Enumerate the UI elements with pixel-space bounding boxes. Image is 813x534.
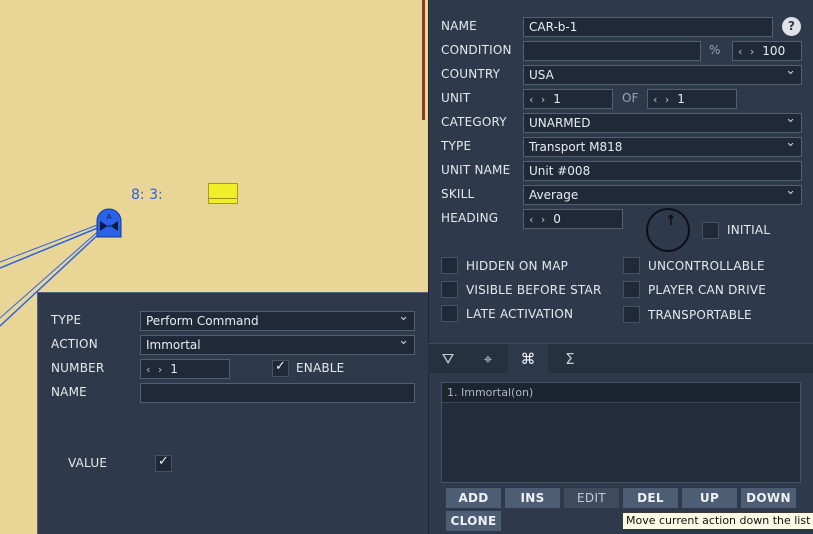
player-can-drive-label: PLAYER CAN DRIVE: [648, 283, 767, 297]
initial-label: INITIAL: [727, 223, 771, 237]
unit-name-field-label: UNIT NAME: [441, 163, 511, 177]
enable-checkbox[interactable]: [272, 359, 289, 377]
cmd-name-label: NAME: [51, 385, 87, 399]
heading-label: HEADING: [441, 211, 499, 225]
down-button[interactable]: DOWN: [741, 488, 796, 508]
action-list-item[interactable]: 1. Immortal(on): [442, 383, 800, 403]
compass-needle-icon: ↑: [665, 213, 677, 229]
unit-badge: A: [107, 213, 112, 221]
vehicle-unit-icon[interactable]: A: [94, 207, 124, 239]
country-select[interactable]: USA: [523, 65, 802, 85]
delete-button[interactable]: DEL: [623, 488, 678, 508]
player-can-drive-checkbox[interactable]: [623, 281, 640, 298]
stepper-arrows-icon[interactable]: ‹ ›: [529, 213, 547, 226]
hidden-on-map-label: HIDDEN ON MAP: [466, 259, 569, 273]
cmd-name-input[interactable]: [140, 383, 415, 403]
skill-label: SKILL: [441, 187, 475, 201]
of-stepper[interactable]: ‹ › 1: [647, 89, 737, 109]
enable-label: ENABLE: [296, 361, 345, 375]
unit-name-label: NAME: [441, 19, 477, 33]
cmd-action-select[interactable]: Immortal: [140, 335, 415, 355]
category-select[interactable]: UNARMED: [523, 113, 802, 133]
edit-button[interactable]: EDIT: [564, 488, 619, 508]
uncontrollable-label: UNCONTROLLABLE: [648, 259, 765, 273]
cmd-number-stepper[interactable]: ‹ › 1: [140, 359, 230, 379]
cmd-type-select[interactable]: Perform Command: [140, 311, 415, 331]
of-value: 1: [677, 92, 685, 106]
condition-label: CONDITION: [441, 43, 512, 57]
country-label: COUNTRY: [441, 67, 501, 81]
skill-select[interactable]: Average: [523, 185, 802, 205]
summary-tab-icon[interactable]: Σ: [550, 344, 590, 374]
add-button[interactable]: ADD: [446, 488, 501, 508]
yellow-map-marker[interactable]: [208, 183, 238, 204]
stepper-arrows-icon[interactable]: ‹ ›: [738, 45, 756, 58]
commands-tab-icon[interactable]: ⌘: [508, 344, 548, 374]
cmd-action-label: ACTION: [51, 337, 98, 351]
late-activation-checkbox[interactable]: [441, 305, 458, 322]
condition-slider[interactable]: [523, 41, 701, 61]
unit-map-label: 8: 3:: [131, 187, 163, 203]
help-icon[interactable]: ?: [782, 17, 801, 36]
of-label: OF: [622, 91, 639, 105]
targeting-tab-icon[interactable]: ⌖: [468, 344, 508, 374]
unit-name-input[interactable]: CAR-b-1: [523, 17, 773, 37]
action-list[interactable]: 1. Immortal(on): [441, 382, 801, 483]
cmd-number-value: 1: [170, 362, 178, 376]
condition-pct-value: 100: [762, 44, 786, 58]
transportable-checkbox[interactable]: [623, 306, 640, 323]
stepper-arrows-icon[interactable]: ‹ ›: [653, 93, 671, 106]
heading-stepper[interactable]: ‹ › 0: [523, 209, 623, 229]
visible-before-start-checkbox[interactable]: [441, 281, 458, 298]
percent-sign: %: [709, 43, 721, 57]
stepper-arrows-icon[interactable]: ‹ ›: [146, 363, 164, 376]
clone-button[interactable]: CLONE: [446, 511, 501, 531]
transportable-label: TRANSPORTABLE: [648, 308, 752, 322]
unit-value: 1: [553, 92, 561, 106]
unit-stepper[interactable]: ‹ › 1: [523, 89, 613, 109]
value-checkbox[interactable]: [155, 454, 172, 472]
insert-button[interactable]: INS: [505, 488, 560, 508]
condition-stepper[interactable]: ‹ › 100: [732, 41, 802, 61]
value-label: VALUE: [68, 456, 108, 470]
uncontrollable-checkbox[interactable]: [623, 257, 640, 274]
type-label: TYPE: [441, 139, 472, 153]
category-label: CATEGORY: [441, 115, 507, 129]
heading-value: 0: [553, 212, 561, 226]
up-button[interactable]: UP: [682, 488, 737, 508]
tooltip: Move current action down the list: [622, 512, 813, 530]
cmd-number-label: NUMBER: [51, 361, 105, 375]
cmd-type-label: TYPE: [51, 313, 82, 327]
route-tab-icon[interactable]: ⛛: [428, 344, 468, 374]
unit-tab-bar: ⛛ ⌖ ⌘ Σ: [428, 343, 813, 374]
type-select[interactable]: Transport M818: [523, 137, 802, 157]
late-activation-label: LATE ACTIVATION: [466, 307, 574, 321]
stepper-arrows-icon[interactable]: ‹ ›: [529, 93, 547, 106]
hidden-on-map-checkbox[interactable]: [441, 257, 458, 274]
initial-checkbox[interactable]: [702, 222, 719, 239]
unit-label: UNIT: [441, 91, 471, 105]
visible-before-start-label: VISIBLE BEFORE STAR: [466, 283, 602, 297]
unit-name-field-input[interactable]: Unit #008: [523, 161, 802, 181]
